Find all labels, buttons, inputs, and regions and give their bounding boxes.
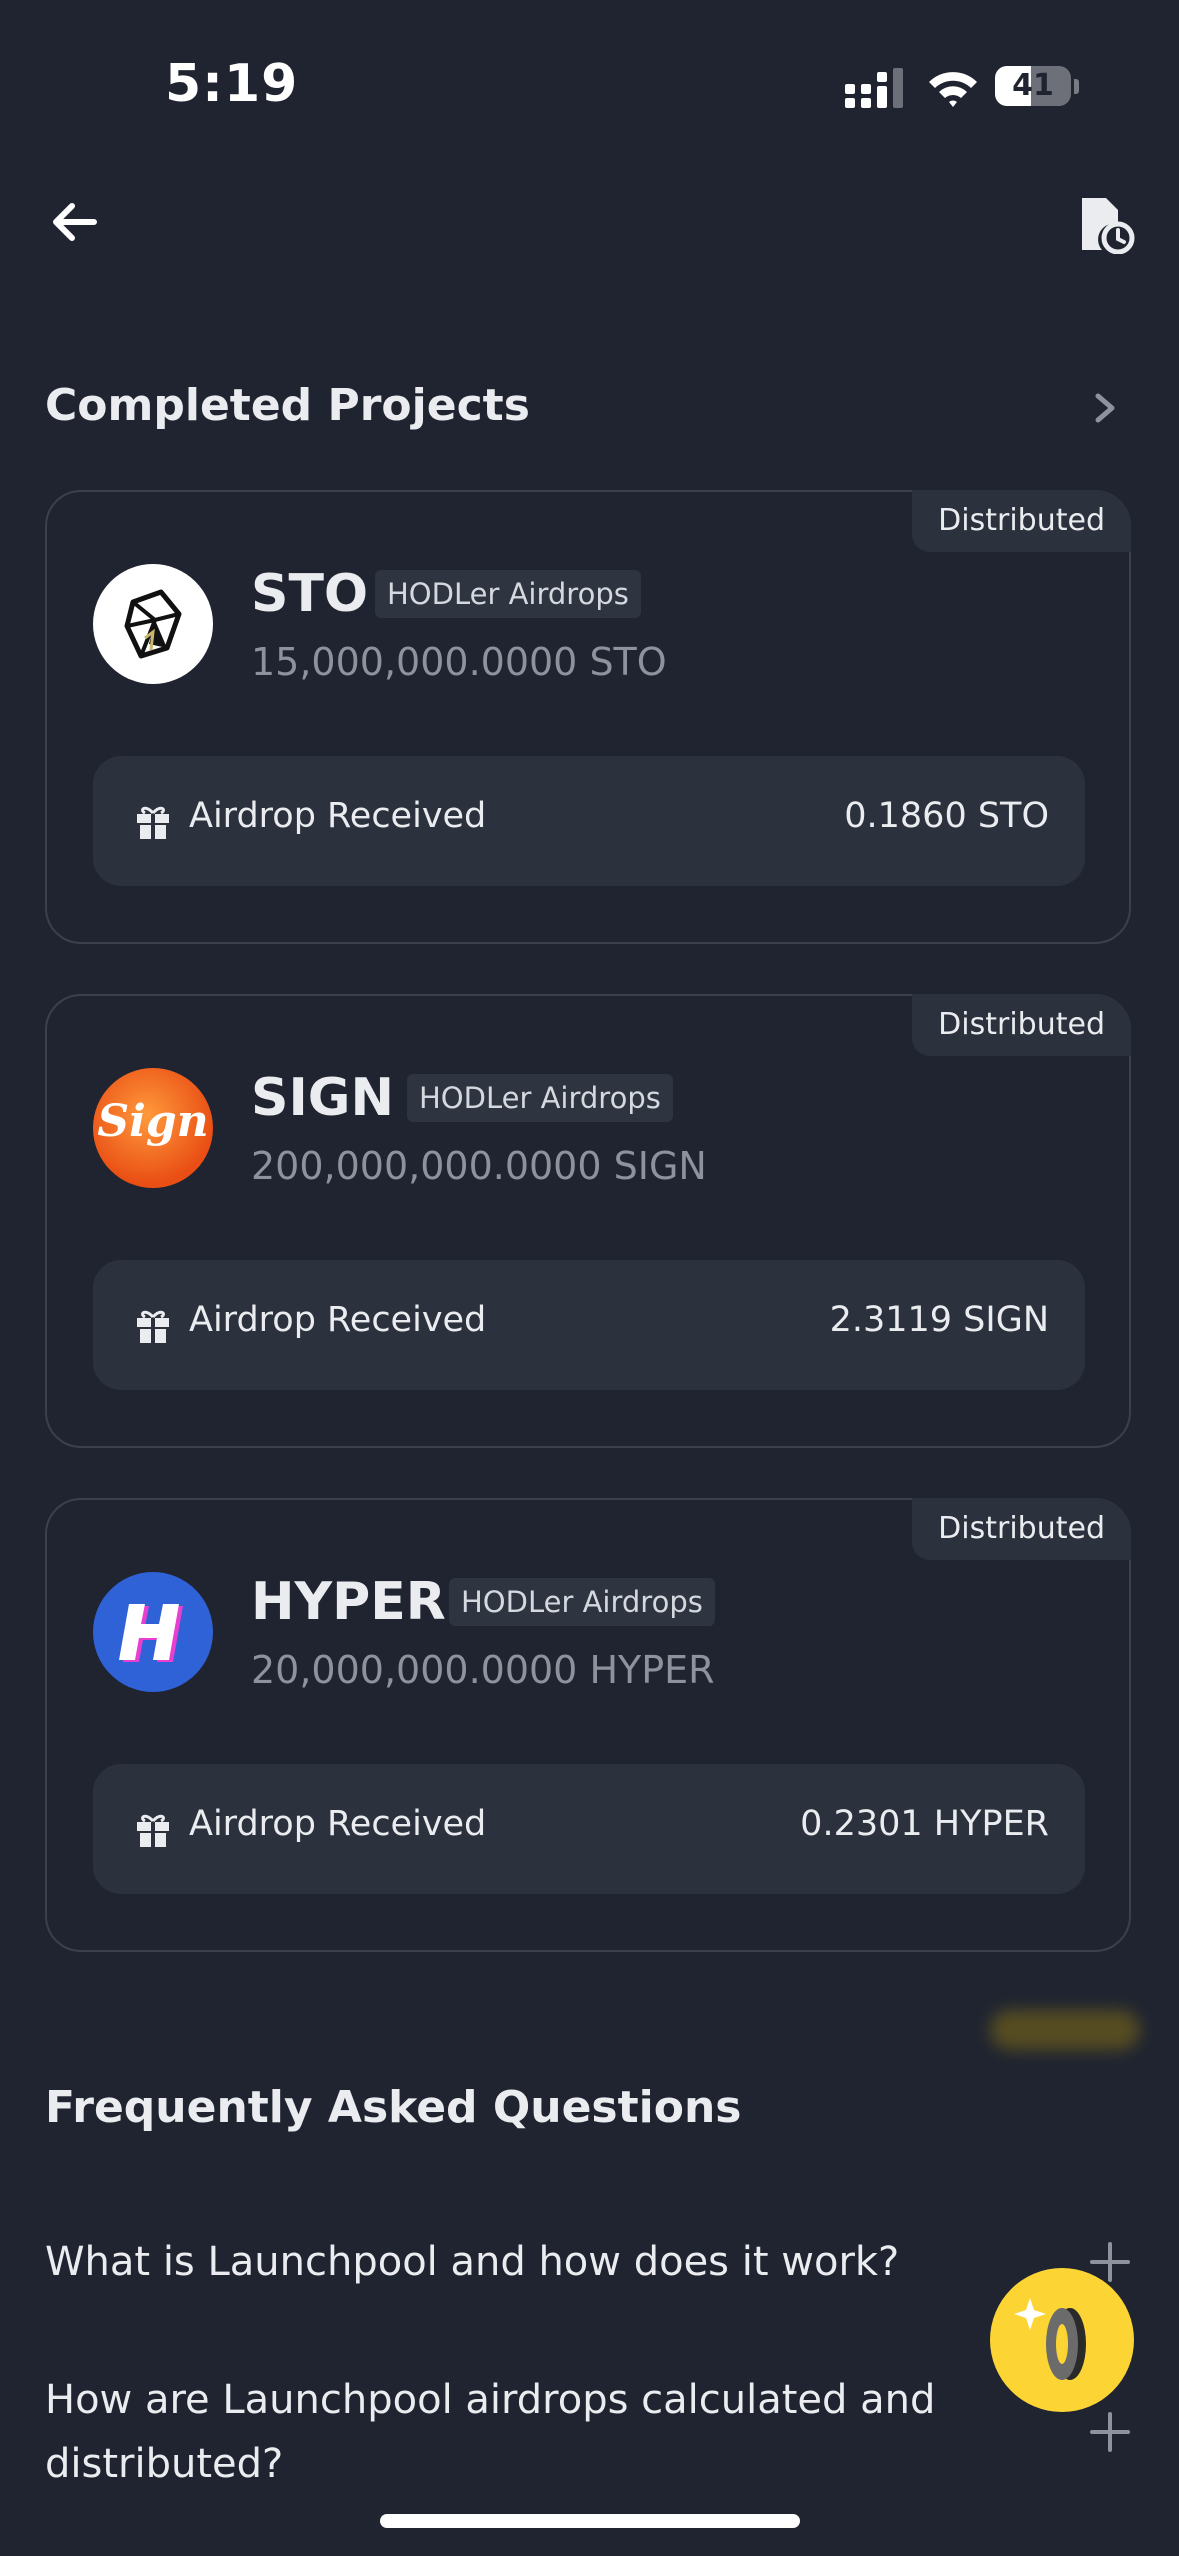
gift-icon [137, 1814, 169, 1848]
airdrop-received-value: 0.1860 STO [844, 796, 1049, 836]
project-type-tag: HODLer Airdrops [407, 1074, 673, 1122]
plus-icon[interactable] [1088, 2410, 1132, 2454]
status-time: 5:19 [165, 54, 299, 114]
status-bar: 5:19 41 [0, 0, 1179, 176]
faq-title: Frequently Asked Questions [45, 2082, 742, 2133]
blurred-badge [990, 2010, 1140, 2050]
airdrop-received-label: Airdrop Received [189, 1804, 487, 1844]
hyper-logo [93, 1572, 213, 1692]
wifi-icon [929, 72, 977, 107]
airdrop-received-value: 0.2301 HYPER [800, 1804, 1049, 1844]
sign-logo: Sign [93, 1068, 213, 1188]
status-badge: Distributed [912, 1498, 1131, 1560]
gift-icon [137, 1310, 169, 1344]
battery-level: 41 [1012, 68, 1054, 103]
status-badge: Distributed [912, 994, 1131, 1056]
project-name: SIGN [251, 1068, 394, 1128]
sparkle-coin-icon [1014, 2298, 1086, 2380]
sto-logo [93, 564, 213, 684]
cellular-signal-icon [845, 68, 903, 108]
arrow-left-icon[interactable] [44, 190, 108, 254]
document-clock-icon[interactable] [1076, 194, 1136, 254]
chevron-right-icon[interactable] [1086, 388, 1122, 428]
airdrop-received-label: Airdrop Received [189, 1300, 487, 1340]
faq-question[interactable]: How are Launchpool airdrops calculated a… [45, 2368, 945, 2496]
airdrop-received-row: Airdrop Received 0.1860 STO [93, 756, 1085, 886]
home-indicator [380, 2514, 800, 2528]
project-type-tag: HODLer Airdrops [375, 570, 641, 618]
project-type-tag: HODLer Airdrops [449, 1578, 715, 1626]
assistant-fab[interactable] [990, 2268, 1134, 2412]
project-card-sto[interactable]: Distributed STO HODLer Airdrops 15,000,0… [45, 490, 1131, 944]
project-name: HYPER [251, 1572, 446, 1632]
gift-icon [137, 806, 169, 840]
project-card-hyper[interactable]: Distributed HYPER HODLer Airdrops 20,000… [45, 1498, 1131, 1952]
airdrop-received-label: Airdrop Received [189, 796, 487, 836]
faq-question[interactable]: What is Launchpool and how does it work? [45, 2230, 945, 2294]
airdrop-received-row: Airdrop Received 2.3119 SIGN [93, 1260, 1085, 1390]
project-total-supply: 15,000,000.0000 STO [251, 640, 667, 684]
project-card-sign[interactable]: Distributed Sign SIGN HODLer Airdrops 20… [45, 994, 1131, 1448]
completed-projects-title: Completed Projects [45, 380, 530, 431]
battery-icon: 41 [995, 64, 1079, 108]
project-name: STO [251, 564, 369, 624]
project-total-supply: 20,000,000.0000 HYPER [251, 1648, 715, 1692]
airdrop-received-value: 2.3119 SIGN [829, 1300, 1049, 1340]
status-badge: Distributed [912, 490, 1131, 552]
sign-logo-text: Sign [97, 1096, 209, 1147]
project-total-supply: 200,000,000.0000 SIGN [251, 1144, 707, 1188]
airdrop-received-row: Airdrop Received 0.2301 HYPER [93, 1764, 1085, 1894]
